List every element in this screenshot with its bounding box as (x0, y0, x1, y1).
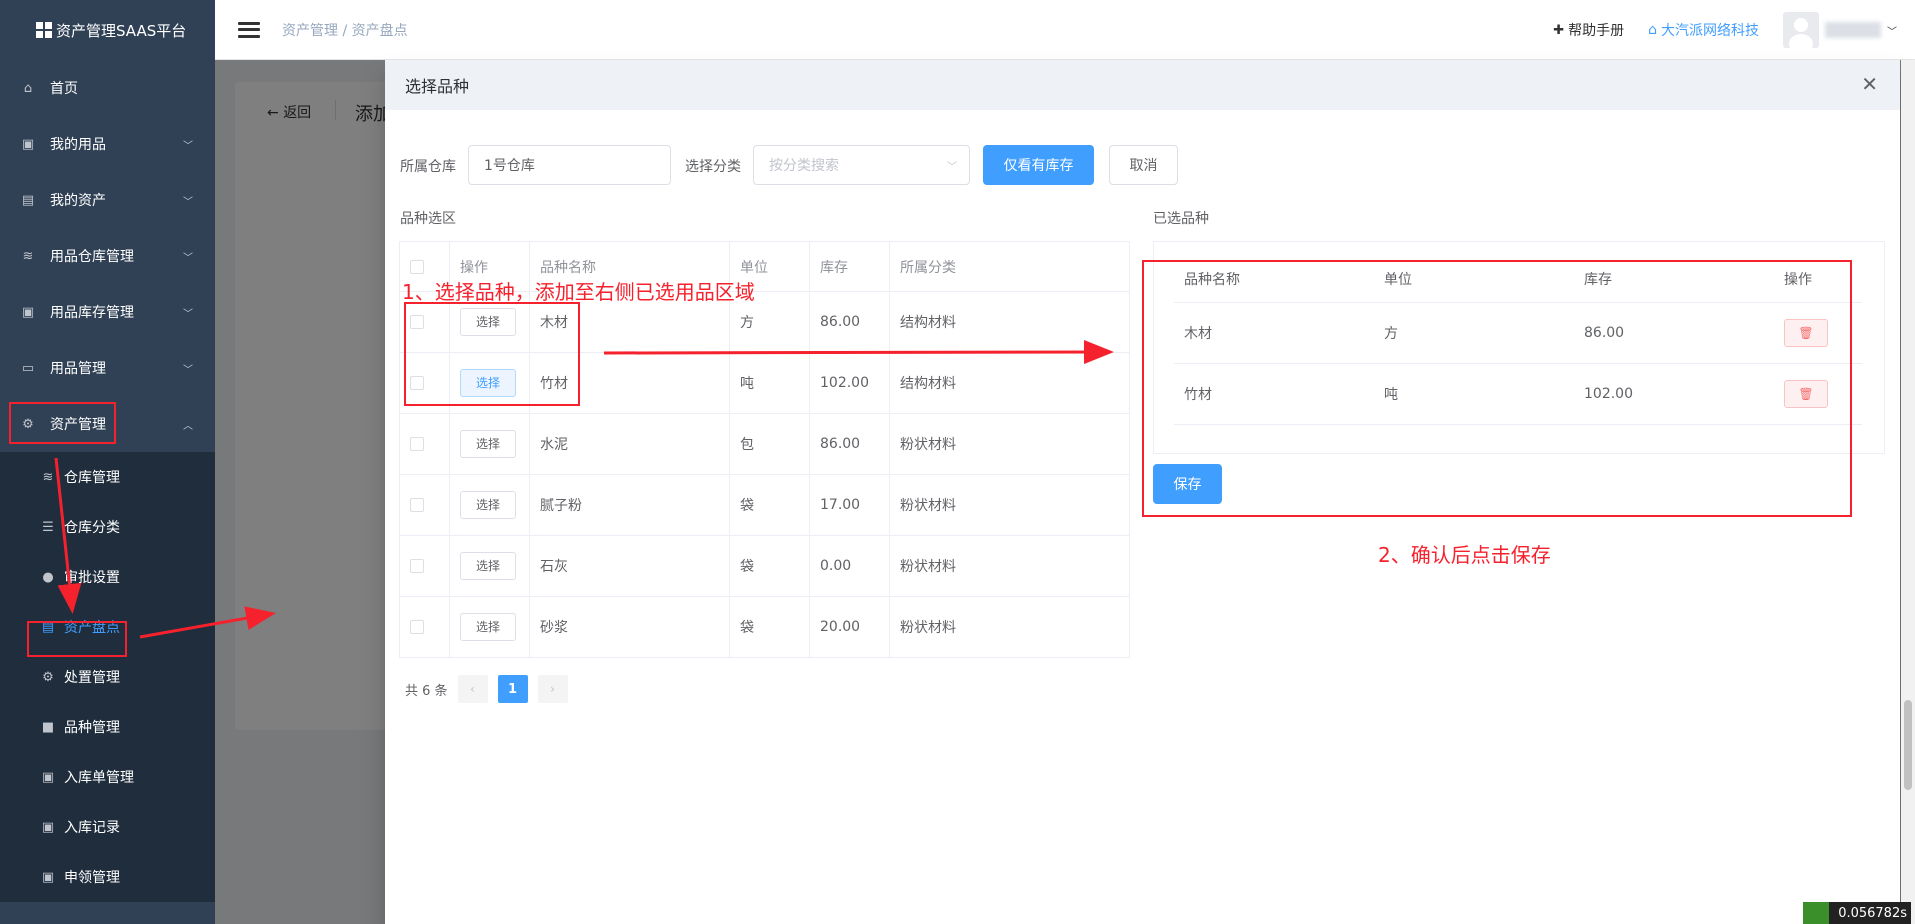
arrow-2 (139, 606, 276, 639)
perf-badge: 0.056782s (1803, 902, 1911, 924)
arrow-3 (603, 340, 1114, 365)
annotation-arrows (54, 340, 1114, 639)
perf-text: 0.056782s (1838, 905, 1907, 921)
arrow-1 (54, 457, 82, 614)
scrollbar[interactable] (1901, 60, 1915, 924)
scrollbar-thumb[interactable] (1904, 700, 1912, 790)
leaf-icon (1803, 902, 1829, 924)
